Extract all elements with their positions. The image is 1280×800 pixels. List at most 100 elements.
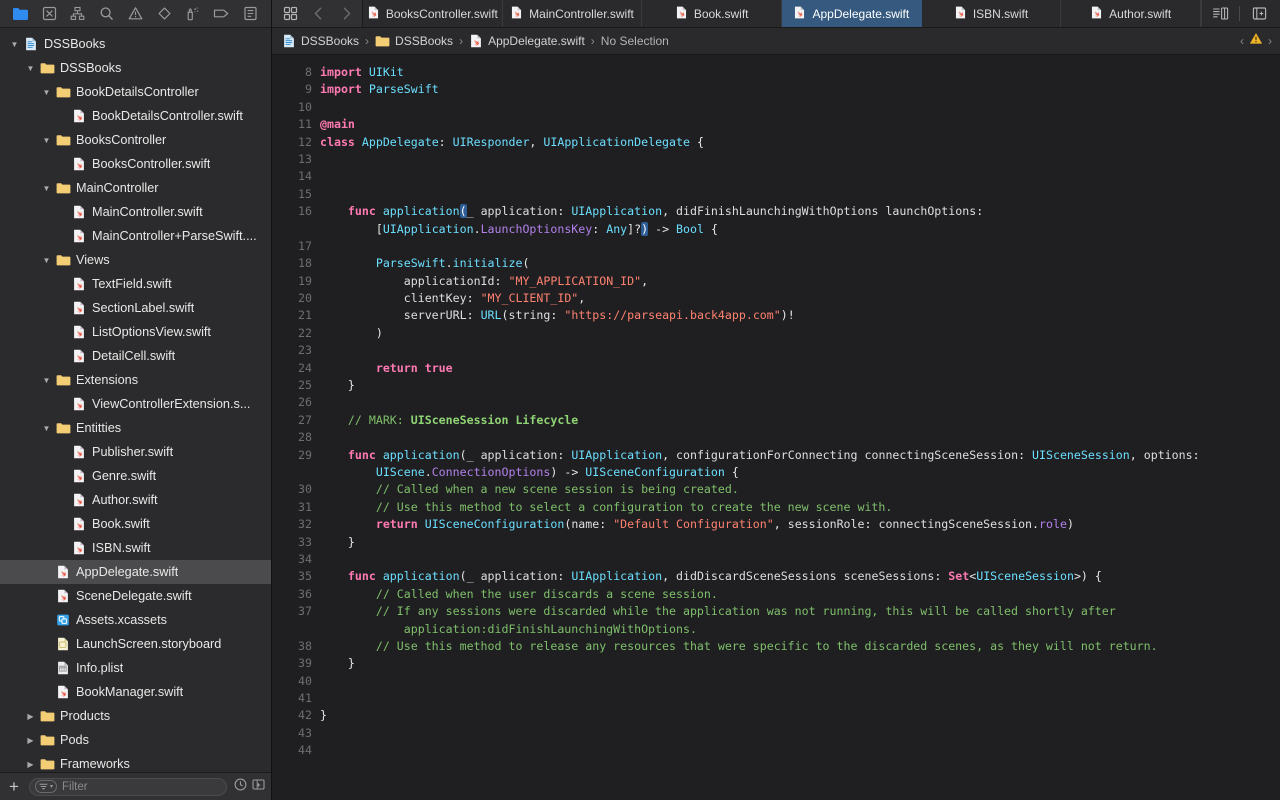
find-navigator-icon[interactable] xyxy=(92,1,121,27)
file-tree-row[interactable]: ▶ MainController.swift xyxy=(0,200,271,224)
breadcrumb-item[interactable]: DSSBooks xyxy=(375,34,453,48)
file-tree-row[interactable]: ▶ Author.swift xyxy=(0,488,271,512)
file-tree-row[interactable]: ▶ ISBN.swift xyxy=(0,536,271,560)
swift-file-icon xyxy=(69,301,89,315)
file-tree-row[interactable]: ▶ Book.swift xyxy=(0,512,271,536)
file-tree-row[interactable]: ▼ DSSBooks xyxy=(0,56,271,80)
line-number: 27 xyxy=(298,412,312,427)
breadcrumb-label: DSSBooks xyxy=(395,34,454,48)
editor-tab[interactable]: BooksController.swift xyxy=(363,0,503,27)
line-number: 13 xyxy=(298,151,312,166)
file-tree-row[interactable]: ▼ Extensions xyxy=(0,368,271,392)
chevron-right-icon[interactable]: ▶ xyxy=(24,704,37,728)
chevron-down-icon[interactable]: ▼ xyxy=(8,32,21,56)
code-line: return UISceneConfiguration(name: "Defau… xyxy=(375,517,1074,532)
code-line: // If any sessions were discarded while … xyxy=(320,604,1116,619)
file-tree-row[interactable]: ▶ TextField.swift xyxy=(0,272,271,296)
file-tree-row[interactable]: ▼ BookDetailsController xyxy=(0,80,271,104)
file-tree-row[interactable]: ▶ ViewControllerExtension.s... xyxy=(0,392,271,416)
project-file-tree[interactable]: ▼ DSSBooks ▼ DSSBooks ▼ BookDetailsController… xyxy=(0,28,271,772)
file-tree-row[interactable]: ▶ AppDelegate.swift xyxy=(0,560,271,584)
editor-options-icon[interactable] xyxy=(276,0,304,27)
file-tree-row[interactable]: ▶ ListOptionsView.swift xyxy=(0,320,271,344)
filter-input[interactable]: ▾ Filter xyxy=(29,777,227,796)
source-control-navigator-icon[interactable] xyxy=(35,1,64,27)
file-tree-row[interactable]: ▶ SectionLabel.swift xyxy=(0,296,271,320)
editor-tab[interactable]: Author.swift xyxy=(1061,0,1202,27)
breadcrumb-item[interactable]: No Selection xyxy=(601,34,669,48)
chevron-down-icon[interactable]: ▼ xyxy=(40,416,53,440)
disclosure-spacer: ▶ xyxy=(40,560,53,584)
file-tree-row[interactable]: ▶ DetailCell.swift xyxy=(0,344,271,368)
file-tree-row[interactable]: ▶ BookDetailsController.swift xyxy=(0,104,271,128)
report-navigator-icon[interactable] xyxy=(236,1,265,27)
test-navigator-icon[interactable] xyxy=(150,1,179,27)
breadcrumb-item[interactable]: AppDelegate.swift xyxy=(469,34,585,48)
debug-navigator-icon[interactable] xyxy=(179,1,208,27)
chevron-down-icon[interactable]: ▼ xyxy=(40,176,53,200)
file-tree-row[interactable]: ▼ BooksController xyxy=(0,128,271,152)
disclosure-spacer: ▶ xyxy=(56,224,69,248)
swift-file-icon xyxy=(69,325,89,339)
file-tree-row[interactable]: ▶ Pods xyxy=(0,728,271,752)
code-content[interactable]: import UIKit import ParseSwift @main class… xyxy=(320,55,1280,800)
line-number: 42 xyxy=(298,708,312,723)
code-line: return true xyxy=(375,360,453,375)
add-file-button[interactable]: + xyxy=(6,778,22,795)
file-tree-row[interactable]: ▼ Views xyxy=(0,248,271,272)
code-line: import UIKit xyxy=(320,65,404,79)
hierarchy-toggle-icon[interactable] xyxy=(252,778,265,796)
navigate-back-button[interactable] xyxy=(304,0,332,27)
editor-tab[interactable]: ISBN.swift xyxy=(922,0,1062,27)
navigate-forward-button[interactable] xyxy=(332,0,360,27)
issue-navigator-icon[interactable] xyxy=(121,1,150,27)
add-editor-icon[interactable] xyxy=(1245,0,1273,27)
chevron-right-icon[interactable]: ▶ xyxy=(24,752,37,772)
open-file-tabs[interactable]: BooksController.swift MainController.swif… xyxy=(363,0,1202,27)
swift-file-icon xyxy=(69,157,89,171)
file-tree-row[interactable]: ▶ Products xyxy=(0,704,271,728)
source-code-editor[interactable]: 8 9 10 11 12 13 14 15 16 17 18 19 20 21 22 23 24 25 26 27 2… xyxy=(272,55,1280,800)
file-tree-label: TextField.swift xyxy=(92,277,172,291)
chevron-down-icon[interactable]: ▼ xyxy=(24,56,37,80)
swift-file-icon xyxy=(53,589,73,603)
folder-file-icon xyxy=(53,86,73,98)
filter-scope-icon[interactable]: ▾ xyxy=(35,780,58,793)
code-line: func application(_ application: UIApplic… xyxy=(347,569,1102,584)
chevron-right-icon[interactable]: ▶ xyxy=(24,728,37,752)
file-tree-row[interactable]: ▼ MainController xyxy=(0,176,271,200)
breakpoint-navigator-icon[interactable] xyxy=(207,1,236,27)
chevron-down-icon[interactable]: ▼ xyxy=(40,80,53,104)
breadcrumb-item[interactable]: DSSBooks xyxy=(282,34,359,48)
file-tree-row[interactable]: ▶ BookManager.swift xyxy=(0,680,271,704)
code-line: applicationId: "MY_APPLICATION_ID", xyxy=(403,273,649,288)
file-tree-row[interactable]: ▶ Publisher.swift xyxy=(0,440,271,464)
file-tree-row[interactable]: ▶ MainController+ParseSwift.... xyxy=(0,224,271,248)
file-tree-row[interactable]: ▶ SceneDelegate.swift xyxy=(0,584,271,608)
warning-triangle-icon[interactable] xyxy=(1249,32,1263,50)
editor-tab[interactable]: Book.swift xyxy=(642,0,783,27)
previous-issue-button[interactable]: ‹ xyxy=(1240,34,1244,48)
file-tree-row[interactable]: ▼ DSSBooks xyxy=(0,32,271,56)
file-tree-row[interactable]: ▼ Entitties xyxy=(0,416,271,440)
file-tree-row[interactable]: ▶ Info.plist xyxy=(0,656,271,680)
line-number: 22 xyxy=(298,325,312,340)
chevron-down-icon[interactable]: ▼ xyxy=(40,368,53,392)
editor-tab[interactable]: AppDelegate.swift xyxy=(782,0,922,27)
chevron-down-icon[interactable]: ▼ xyxy=(40,128,53,152)
next-issue-button[interactable]: › xyxy=(1268,34,1272,48)
minimap-toggle-icon[interactable] xyxy=(1206,0,1234,27)
file-tree-row[interactable]: ▶ LaunchScreen.storyboard xyxy=(0,632,271,656)
clock-icon[interactable] xyxy=(234,778,247,796)
chevron-down-icon[interactable]: ▼ xyxy=(40,248,53,272)
file-tree-label: BookDetailsController xyxy=(76,85,199,99)
file-tree-row[interactable]: ▶ Assets.xcassets xyxy=(0,608,271,632)
file-tree-row[interactable]: ▶ Frameworks xyxy=(0,752,271,772)
editor-tab[interactable]: MainController.swift xyxy=(503,0,643,27)
file-tree-row[interactable]: ▶ BooksController.swift xyxy=(0,152,271,176)
breadcrumb[interactable]: DSSBooks › DSSBooks › AppDelegate.swift › No S… xyxy=(282,34,1240,48)
project-navigator-icon[interactable] xyxy=(6,1,35,27)
symbol-navigator-icon[interactable] xyxy=(64,1,93,27)
file-tree-row[interactable]: ▶ Genre.swift xyxy=(0,464,271,488)
code-line: // Called when a new scene session is be… xyxy=(320,482,739,497)
